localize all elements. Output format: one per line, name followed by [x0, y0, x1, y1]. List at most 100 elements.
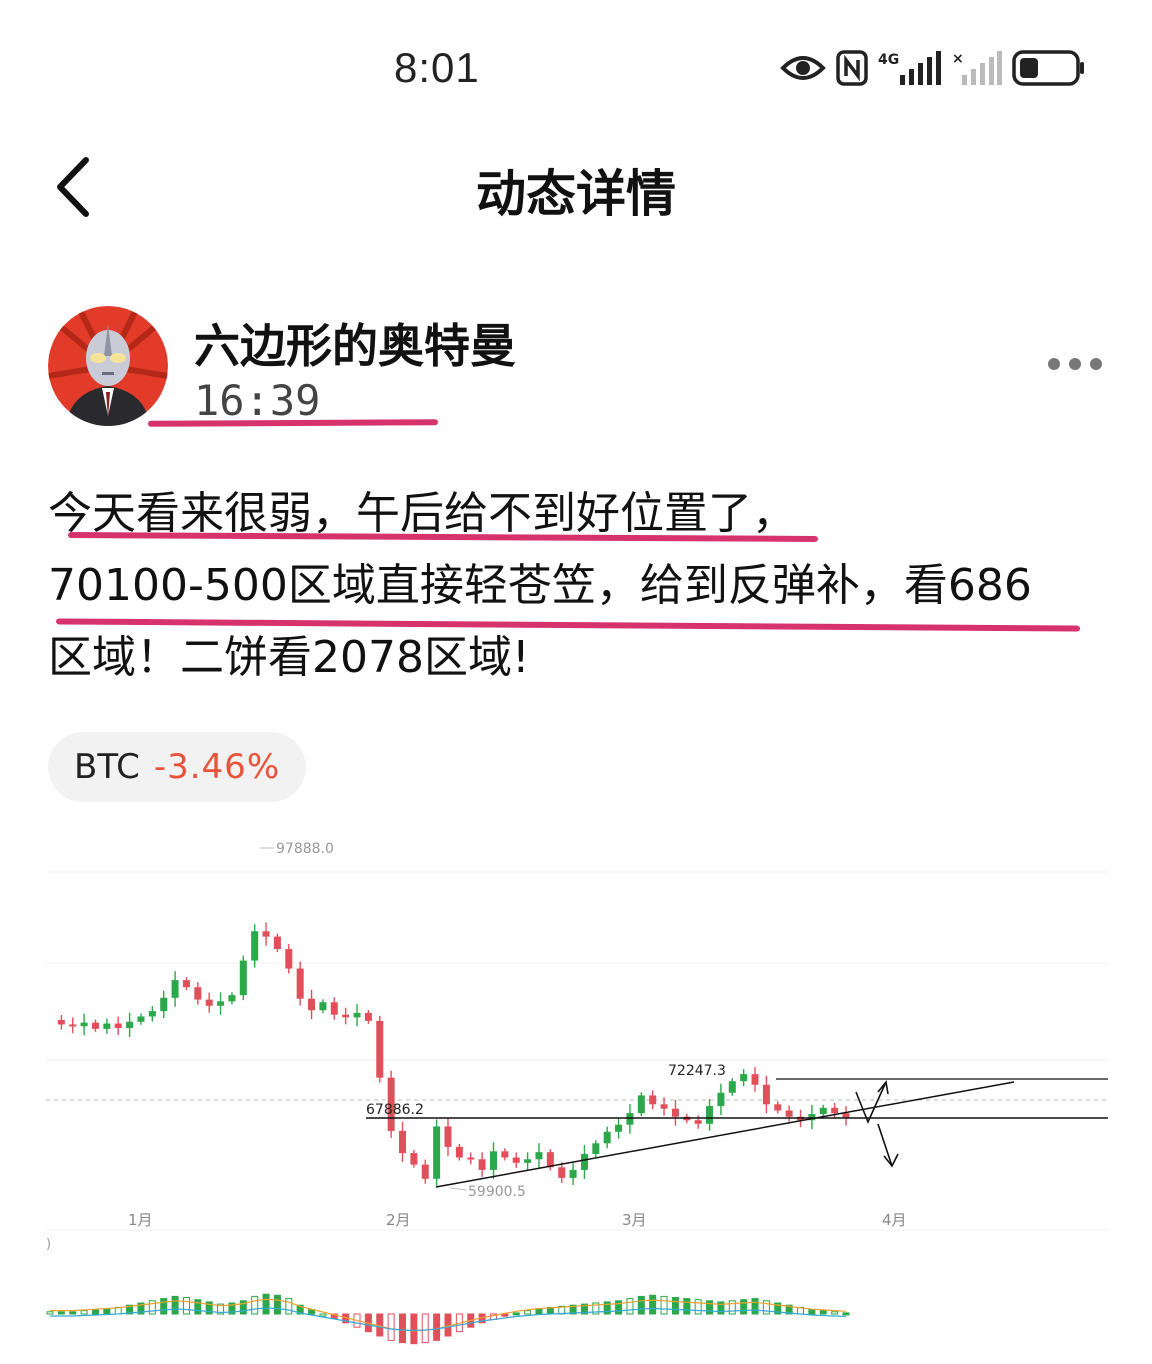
- candle: [558, 1167, 566, 1178]
- candle: [592, 1143, 600, 1154]
- macd-bar: [433, 1313, 441, 1341]
- macd-bar: [103, 1308, 111, 1315]
- avatar[interactable]: [48, 306, 168, 426]
- candle: [649, 1095, 657, 1105]
- candle: [615, 1124, 623, 1132]
- status-time: 8:01: [394, 44, 480, 91]
- macd-bar: [262, 1293, 270, 1315]
- status-icons: 4G ×: [780, 44, 1086, 92]
- candle: [785, 1110, 793, 1117]
- candle: [273, 936, 281, 950]
- candle: [376, 1020, 384, 1078]
- candle: [524, 1159, 532, 1163]
- macd-bar: [740, 1299, 748, 1315]
- macd-bar: [285, 1298, 293, 1315]
- candlestick-chart: 97888.0 72247.3 67886.2 59900.5 1月 2月 3月 4月): [46, 841, 1108, 1345]
- macd-bar: [171, 1295, 179, 1315]
- candle: [626, 1113, 634, 1125]
- candle: [137, 1016, 145, 1022]
- candle: [239, 960, 247, 996]
- ticker-tag[interactable]: BTC -3.46%: [48, 732, 307, 802]
- candle: [217, 1001, 225, 1006]
- macd-bar: [182, 1297, 190, 1315]
- candle: [433, 1126, 441, 1179]
- macd-bar: [160, 1298, 168, 1315]
- macd-bar: [842, 1312, 850, 1316]
- post-line: 区域！二饼看2078区域!: [48, 632, 530, 683]
- macd-bar: [728, 1300, 736, 1315]
- candle: [285, 949, 293, 969]
- candle: [774, 1104, 782, 1111]
- candle: [569, 1169, 577, 1178]
- candle: [717, 1092, 725, 1107]
- candle: [330, 1002, 338, 1015]
- candle: [194, 987, 202, 1000]
- signal-no-sim-icon: ×: [952, 51, 1002, 85]
- candle: [694, 1120, 702, 1124]
- post-content: 今天看来很弱，午后给不到好位置了， 70100-500区域直接轻苍笠，给到反弹补…: [48, 478, 1108, 694]
- macd-bar: [512, 1312, 520, 1316]
- svg-text:×: ×: [952, 51, 964, 67]
- x-axis-label: 1月: [128, 1211, 153, 1229]
- macd-bar: [80, 1310, 88, 1315]
- candle: [444, 1126, 452, 1147]
- macd-bar: [751, 1298, 759, 1315]
- x-axis-label: 3月: [622, 1211, 647, 1229]
- candle: [80, 1022, 88, 1027]
- candle: [751, 1074, 759, 1085]
- macd-bar: [660, 1295, 668, 1315]
- candle: [831, 1107, 839, 1114]
- macd-bar: [649, 1294, 657, 1315]
- candle: [421, 1164, 429, 1179]
- macd-bar: [251, 1295, 259, 1315]
- chart-image[interactable]: 97888.0 72247.3 67886.2 59900.5 1月 2月 3月 4月): [46, 830, 1108, 1360]
- candle: [706, 1106, 714, 1124]
- candle: [535, 1152, 543, 1160]
- candle: [580, 1153, 588, 1170]
- candle: [637, 1095, 645, 1114]
- candle: [410, 1153, 418, 1165]
- candle: [171, 980, 179, 998]
- macd-bar: [57, 1311, 65, 1315]
- candle: [399, 1130, 407, 1154]
- macd-bar: [626, 1298, 634, 1315]
- candle: [353, 1012, 361, 1018]
- trend-line: [435, 1081, 1015, 1188]
- annotation-leader: [449, 1187, 467, 1191]
- price-annotation: 67886.2: [366, 1102, 424, 1118]
- post-time: 16:39: [194, 376, 321, 425]
- page-header: 动态详情: [0, 130, 1152, 240]
- indicator-label: ): [46, 1237, 51, 1252]
- macd-bar: [421, 1313, 429, 1344]
- candle: [342, 1014, 350, 1018]
- candle: [364, 1012, 372, 1021]
- x-axis-label: 2月: [386, 1211, 411, 1229]
- macd-bar: [637, 1295, 645, 1315]
- candle: [69, 1024, 77, 1027]
- battery-icon: [1012, 50, 1084, 86]
- candle: [126, 1021, 134, 1028]
- svg-text:4G: 4G: [878, 52, 899, 68]
- macd-bar: [319, 1313, 327, 1317]
- macd-bar: [194, 1299, 202, 1315]
- macd-bar: [46, 1311, 54, 1315]
- candle: [603, 1131, 611, 1144]
- more-dots-icon[interactable]: [1048, 358, 1102, 370]
- macd-bar: [410, 1313, 418, 1345]
- nfc-icon: [836, 50, 868, 86]
- price-annotation: 97888.0: [276, 841, 334, 857]
- candle: [478, 1159, 486, 1170]
- macd-bar: [671, 1297, 679, 1315]
- candle: [671, 1108, 679, 1117]
- candle: [467, 1157, 475, 1160]
- arrow-up-drawing: [855, 1080, 889, 1125]
- candle: [251, 931, 259, 961]
- candle: [91, 1022, 99, 1029]
- price-annotation: 59900.5: [468, 1184, 526, 1200]
- candle: [160, 997, 168, 1012]
- arrow-down-drawing: [877, 1123, 899, 1168]
- candle: [103, 1023, 111, 1029]
- candle: [501, 1151, 509, 1158]
- author-name[interactable]: 六边形的奥特曼: [194, 310, 516, 376]
- candle: [660, 1104, 668, 1109]
